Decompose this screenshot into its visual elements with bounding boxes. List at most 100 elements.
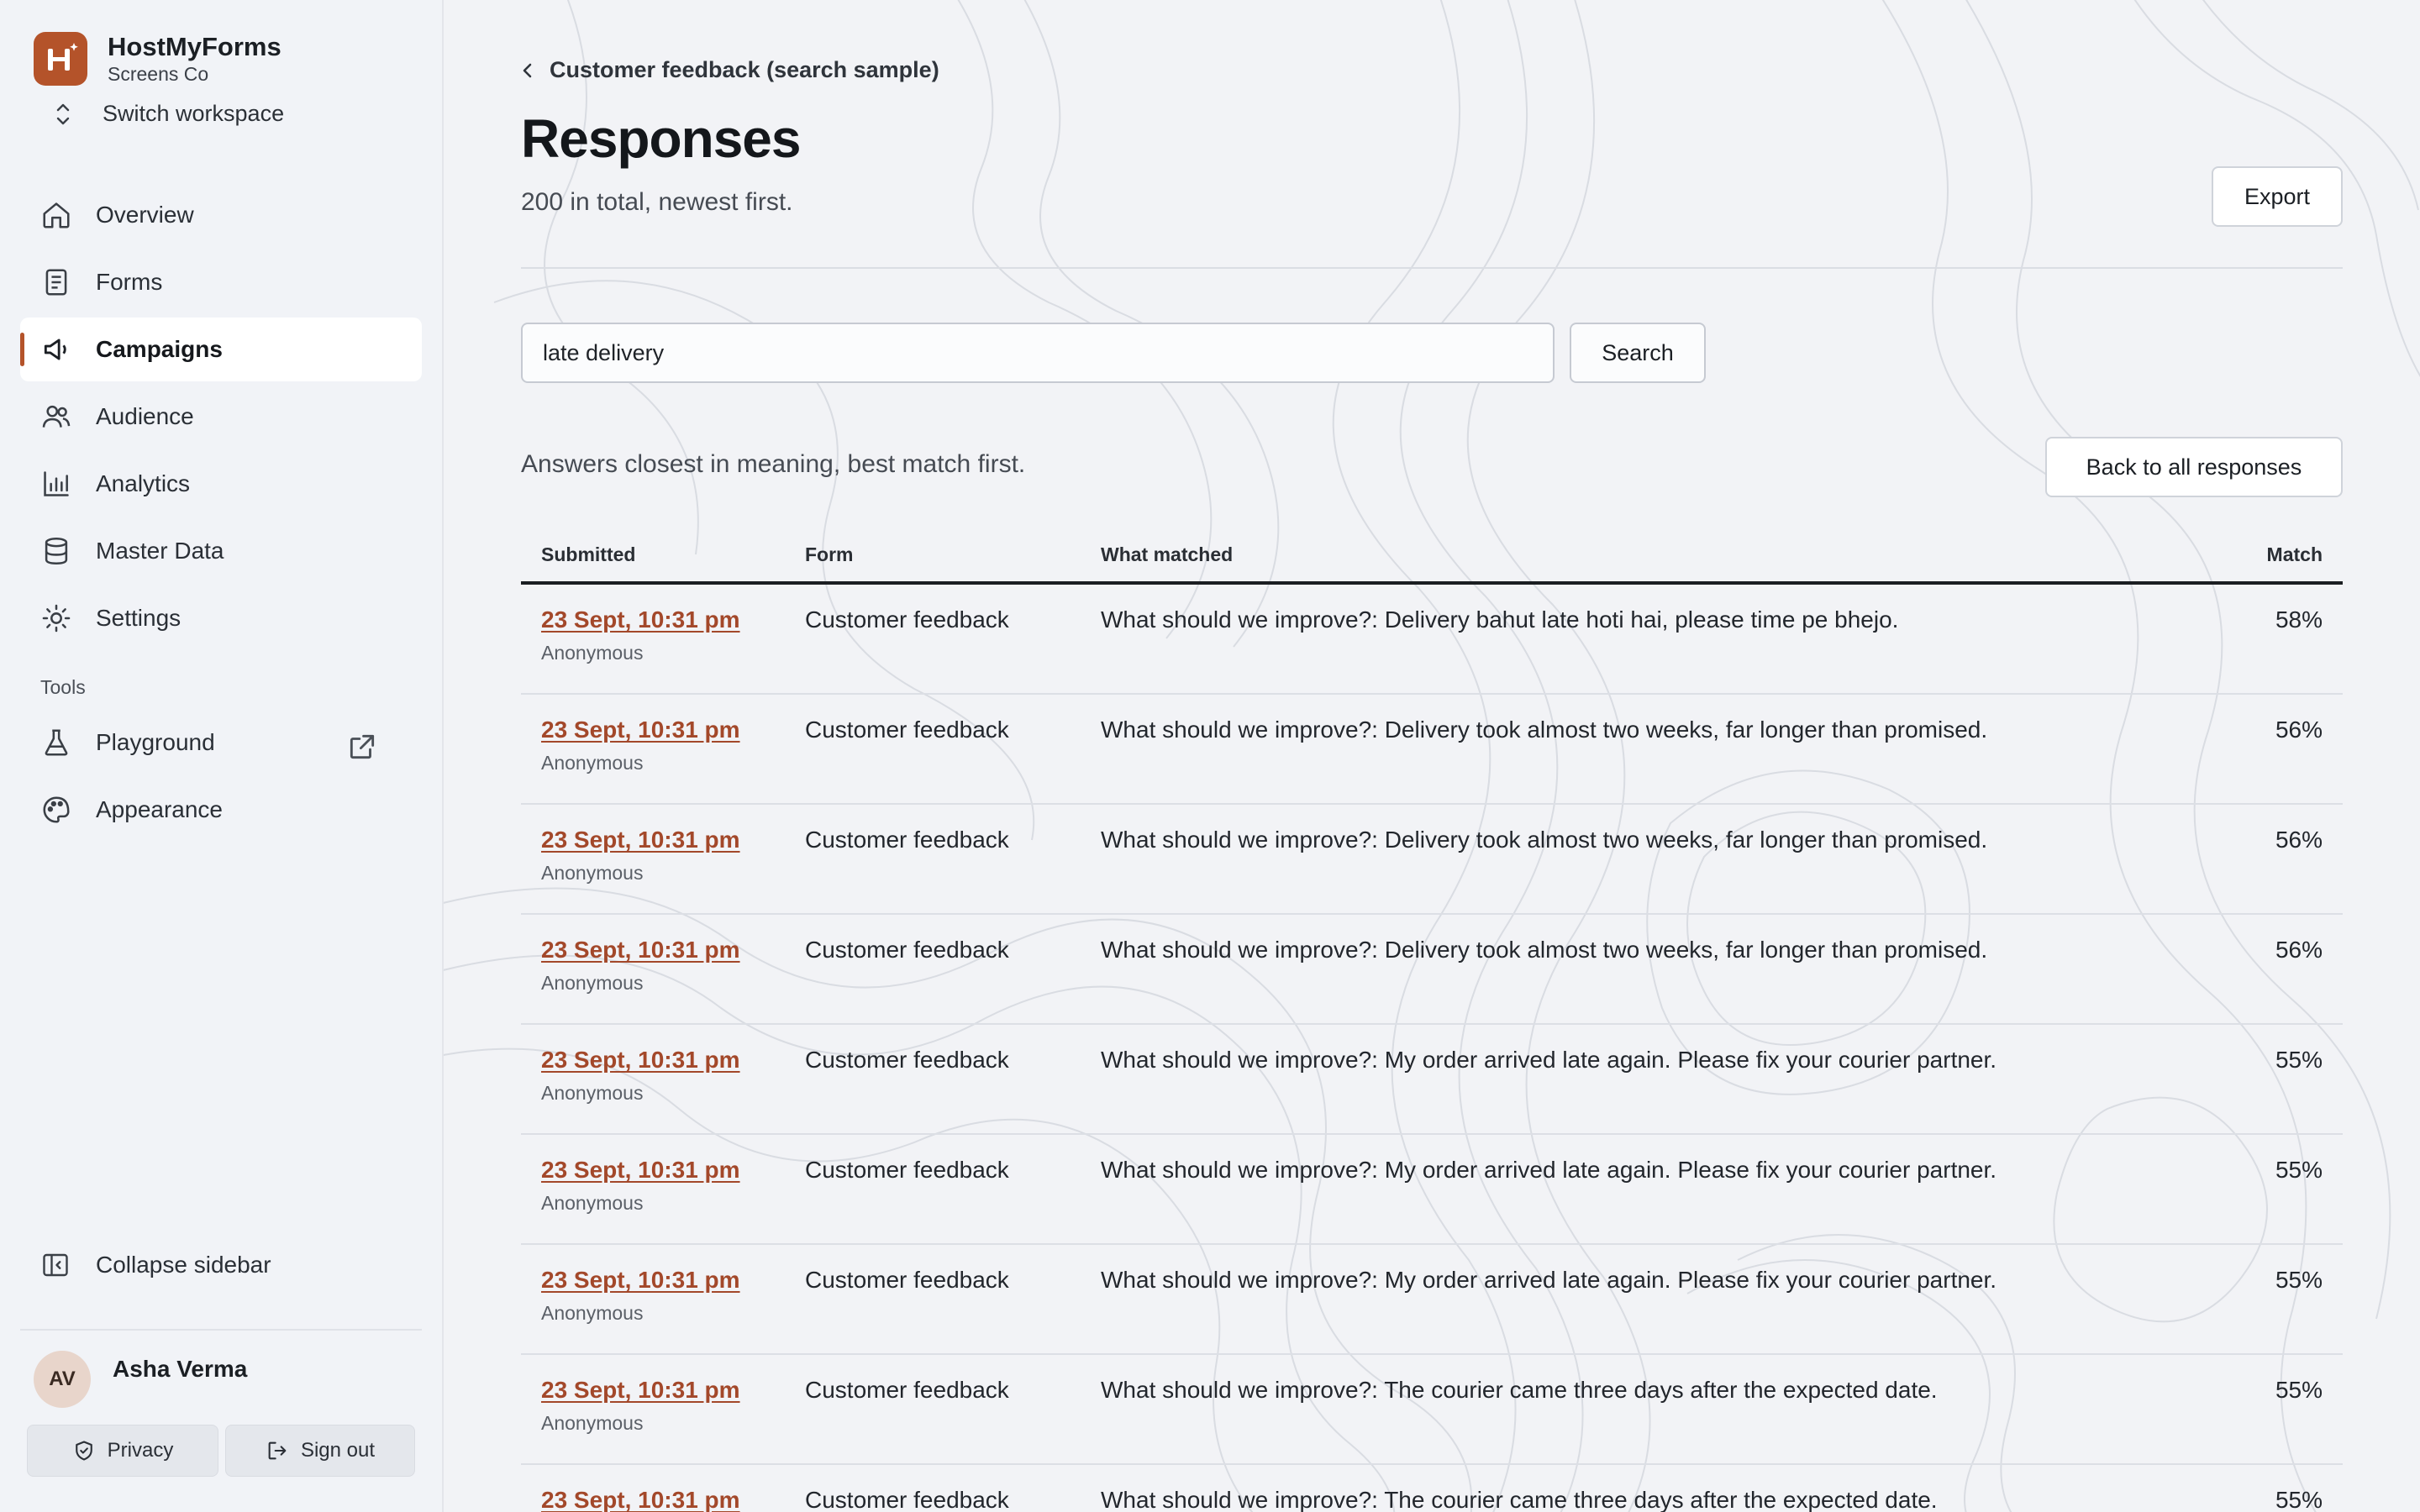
form-name: Customer feedback	[805, 827, 1009, 853]
match-score: 56%	[2275, 717, 2323, 743]
nav-item-audience[interactable]: Audience	[20, 385, 422, 449]
match-score: 56%	[2275, 827, 2323, 853]
matched-text: What should we improve?: My order arrive…	[1101, 1047, 1997, 1073]
table-row: 23 Sept, 10:31 pm Anonymous Customer feed…	[521, 585, 2343, 695]
header-divider	[521, 267, 2343, 269]
users-icon	[42, 405, 71, 428]
submitted-date-link[interactable]: 23 Sept, 10:31 pm	[541, 1377, 805, 1404]
sidebar-footer-buttons: Privacy Sign out	[27, 1425, 415, 1477]
user-profile[interactable]: AV Asha Verma	[34, 1351, 247, 1408]
shield-check-icon	[75, 1441, 92, 1461]
form-name: Customer feedback	[805, 1157, 1009, 1183]
nav-item-appearance[interactable]: Appearance	[20, 778, 422, 842]
nav-item-settings[interactable]: Settings	[20, 586, 422, 650]
respondent: Anonymous	[541, 1412, 644, 1434]
sign-out-label: Sign out	[300, 1439, 376, 1462]
nav-item-overview[interactable]: Overview	[20, 183, 422, 247]
sidebar-collapse-icon	[43, 1253, 68, 1277]
matched-text: What should we improve?: Delivery took a…	[1101, 717, 1988, 743]
workspace-name: Screens Co	[108, 63, 209, 85]
submitted-date-link[interactable]: 23 Sept, 10:31 pm	[541, 606, 805, 633]
breadcrumb[interactable]: Customer feedback (search sample)	[521, 57, 939, 83]
nav-label-audience: Audience	[96, 403, 194, 429]
nav-item-master-data[interactable]: Master Data	[20, 519, 422, 583]
respondent: Anonymous	[541, 972, 644, 994]
table-row: 23 Sept, 10:31 pm Anonymous Customer feed…	[521, 805, 2343, 915]
nav-label-playground: Playground	[96, 729, 215, 755]
match-score: 55%	[2275, 1047, 2323, 1073]
form-name: Customer feedback	[805, 937, 1009, 963]
chevron-up-down-icon	[56, 103, 70, 124]
table-row: 23 Sept, 10:31 pm Anonymous Customer feed…	[521, 1025, 2343, 1135]
form-name: Customer feedback	[805, 1487, 1009, 1512]
table-row: 23 Sept, 10:31 pm Anonymous Customer feed…	[521, 1245, 2343, 1355]
header-form: Form	[805, 543, 854, 565]
submitted-date-link[interactable]: 23 Sept, 10:31 pm	[541, 1487, 805, 1512]
privacy-label: Privacy	[107, 1439, 174, 1462]
form-name: Customer feedback	[805, 1047, 1009, 1073]
match-score: 55%	[2275, 1377, 2323, 1403]
form-name: Customer feedback	[805, 717, 1009, 743]
matched-text: What should we improve?: Delivery bahut …	[1101, 606, 1899, 633]
submitted-date-link[interactable]: 23 Sept, 10:31 pm	[541, 1267, 805, 1294]
header-submitted: Submitted	[541, 543, 636, 565]
nav-item-forms[interactable]: Forms	[20, 250, 422, 314]
sign-out-button[interactable]: Sign out	[225, 1425, 415, 1477]
flask-icon	[45, 729, 68, 756]
results-description: Answers closest in meaning, best match f…	[521, 450, 1026, 478]
respondent: Anonymous	[541, 1192, 644, 1214]
form-name: Customer feedback	[805, 606, 1009, 633]
form-name: Customer feedback	[805, 1267, 1009, 1293]
gear-icon	[42, 604, 71, 633]
nav-item-analytics[interactable]: Analytics	[20, 452, 422, 516]
matched-text: What should we improve?: My order arrive…	[1101, 1157, 1997, 1183]
search-input[interactable]	[521, 323, 1555, 383]
nav-label-settings: Settings	[96, 605, 182, 631]
respondent: Anonymous	[541, 752, 644, 774]
respondent: Anonymous	[541, 1302, 644, 1324]
match-score: 58%	[2275, 606, 2323, 633]
privacy-button[interactable]: Privacy	[27, 1425, 218, 1477]
page-title: Responses	[521, 108, 801, 169]
external-link-icon	[350, 734, 375, 759]
user-name: Asha Verma	[113, 1356, 248, 1382]
collapse-sidebar-button[interactable]: Collapse sidebar	[40, 1250, 271, 1280]
nav-label-overview: Overview	[96, 202, 194, 228]
back-to-all-responses-button[interactable]: Back to all responses	[2045, 437, 2343, 497]
brand-name: HostMyForms	[108, 32, 281, 61]
nav-item-campaigns[interactable]: Campaigns	[20, 318, 422, 381]
matched-text: What should we improve?: The courier cam…	[1101, 1377, 1938, 1403]
switch-workspace-button[interactable]: Switch workspace	[54, 101, 284, 127]
main-nav: Overview Forms Campaigns Audience Analyt…	[20, 183, 422, 845]
avatar: AV	[34, 1351, 91, 1408]
match-score: 55%	[2275, 1487, 2323, 1512]
match-score: 56%	[2275, 937, 2323, 963]
submitted-date-link[interactable]: 23 Sept, 10:31 pm	[541, 717, 805, 743]
match-score: 55%	[2275, 1267, 2323, 1293]
main-content: Customer feedback (search sample) Respon…	[444, 0, 2420, 1512]
export-button[interactable]: Export	[2212, 166, 2343, 227]
submitted-date-link[interactable]: 23 Sept, 10:31 pm	[541, 1047, 805, 1074]
submitted-date-link[interactable]: 23 Sept, 10:31 pm	[541, 937, 805, 963]
nav-item-playground[interactable]: Playground	[20, 711, 422, 774]
collapse-sidebar-label: Collapse sidebar	[96, 1252, 271, 1278]
respondent: Anonymous	[541, 1082, 644, 1104]
brand[interactable]: HostMyForms Screens Co	[34, 32, 281, 86]
submitted-date-link[interactable]: 23 Sept, 10:31 pm	[541, 827, 805, 853]
respondent: Anonymous	[541, 642, 644, 664]
search-button[interactable]: Search	[1570, 323, 1706, 383]
megaphone-icon	[44, 339, 66, 360]
sidebar: HostMyForms Screens Co Switch workspace …	[0, 0, 444, 1512]
table-row: 23 Sept, 10:31 pm Customer feedback What…	[521, 1465, 2343, 1512]
header-what-matched: What matched	[1101, 543, 1234, 565]
submitted-date-link[interactable]: 23 Sept, 10:31 pm	[541, 1157, 805, 1184]
database-icon	[45, 538, 68, 564]
sign-out-icon	[268, 1441, 287, 1460]
nav-label-forms: Forms	[96, 269, 163, 295]
table-row: 23 Sept, 10:31 pm Anonymous Customer feed…	[521, 1355, 2343, 1465]
matched-text: What should we improve?: My order arrive…	[1101, 1267, 1997, 1293]
match-score: 55%	[2275, 1157, 2323, 1183]
document-icon	[45, 269, 67, 296]
responses-table: Submitted Form What matched Match 23 Sep…	[521, 528, 2343, 1512]
respondent: Anonymous	[541, 862, 644, 884]
